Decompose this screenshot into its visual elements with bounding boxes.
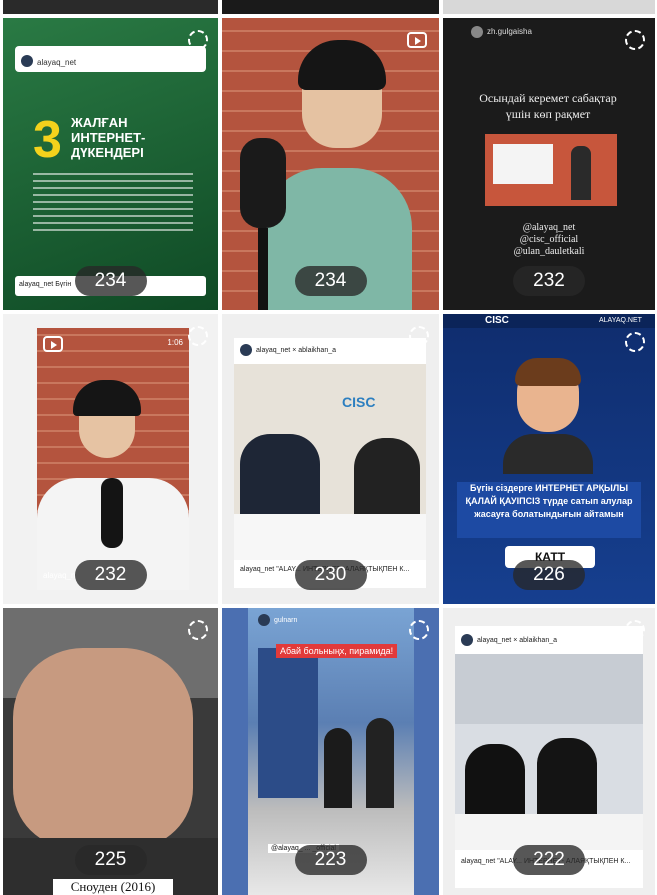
reel-tile-2[interactable]: 234 [222, 18, 439, 310]
post-handle: alayaq_net [477, 636, 512, 644]
avatar [258, 614, 270, 626]
meeting-photo [455, 654, 643, 850]
story-handle: zh.gulgaisha [487, 27, 532, 37]
view-count: 222 [513, 845, 585, 875]
view-count: 226 [513, 560, 585, 590]
movie-subtitle: Сноуден (2016) [53, 879, 173, 895]
story-mention-2[interactable]: @cisc_official [443, 234, 655, 245]
reel-icon [407, 32, 427, 48]
post-header: alayaq_net [15, 46, 206, 72]
post-header: alayaq_net × ablaikhan_a [240, 344, 336, 356]
post-handle: alayaq_net [256, 346, 291, 354]
reel-tile-5[interactable]: alayaq_net × ablaikhan_a CISC alayaq_net… [222, 314, 439, 604]
video-handle: alayaq_n [43, 571, 76, 580]
post-caption: alayaq_net Бүгін [19, 281, 72, 288]
reel-tile-3[interactable]: zh.gulgaisha Осындай керемет сабақтар үш… [443, 18, 655, 310]
avatar [21, 54, 33, 67]
view-count: 225 [74, 845, 147, 875]
loading-icon [409, 326, 429, 346]
story-banner: Абай больныңх, пирамида! [276, 644, 398, 658]
story-mention-3[interactable]: @ulan_dauletkali [443, 246, 655, 257]
post-header: alayaq_net × ablaikhan_a [461, 634, 557, 646]
loading-icon [188, 326, 208, 346]
video-frame: 1:06 alayaq_n [37, 328, 189, 590]
meeting-photo: CISC [234, 364, 426, 560]
cropped-tile-2[interactable] [222, 0, 439, 14]
loading-icon [625, 30, 645, 50]
logo-strip: CISC ALAYAQ.NET [443, 314, 655, 328]
post-card: alayaq_net × ablaikhan_a CISC alayaq_net… [234, 338, 426, 588]
loading-icon [625, 620, 645, 640]
avatar [461, 634, 473, 646]
view-count: 234 [294, 266, 367, 296]
reel-tile-6[interactable]: CISC ALAYAQ.NET Бүгін сіздерге ИНТЕРНЕТ … [443, 314, 655, 604]
reel-tile-8[interactable]: gulnarn Абай больныңх, пирамида! @alayaq… [222, 608, 439, 895]
microphone-icon [240, 138, 286, 310]
loading-icon [625, 332, 645, 352]
story-handle: gulnarn [274, 616, 298, 624]
loading-icon [188, 620, 208, 640]
loading-icon [188, 30, 208, 50]
cropped-tile-3[interactable] [443, 0, 655, 14]
body-text [33, 173, 193, 233]
avatar [471, 26, 483, 38]
reel-tile-1[interactable]: alayaq_net 3 ЖАЛҒАН ИНТЕРНЕТ-ДҮКЕНДЕРІ a… [3, 18, 218, 310]
reels-grid: alayaq_net 3 ЖАЛҒАН ИНТЕРНЕТ-ДҮКЕНДЕРІ a… [0, 0, 657, 895]
collab-handle: ablaikhan_a [298, 346, 337, 354]
reel-icon [43, 336, 63, 352]
story-mention-1[interactable]: @alayaq_net [443, 222, 655, 233]
logo-cisc: CISC [485, 315, 509, 326]
view-count: 234 [74, 266, 147, 296]
story-photo [485, 134, 617, 206]
logo-alayaq: ALAYAQ.NET [599, 317, 642, 324]
view-count: 232 [513, 266, 585, 296]
reel-tile-9[interactable]: alayaq_net × ablaikhan_a alayaq_net "ALA… [443, 608, 655, 895]
avatar [240, 344, 252, 356]
loading-icon [409, 620, 429, 640]
collab-handle: ablaikhan_a [519, 636, 558, 644]
video-duration: 1:06 [167, 338, 183, 347]
post-handle: alayaq_net [37, 58, 77, 67]
story-quote: Осындай керемет сабақтар үшін көп рақмет [479, 91, 617, 121]
brand-sign: CISC [342, 394, 376, 410]
cropped-tile-1[interactable] [3, 0, 218, 14]
view-count: 230 [294, 560, 367, 590]
avatar-character [503, 358, 593, 474]
big-number: 3 [33, 111, 62, 169]
view-count: 232 [74, 560, 147, 590]
banner-text: Бүгін сіздерге ИНТЕРНЕТ АРҚЫЛЫ ҚАЛАЙ ҚАУ… [457, 482, 641, 538]
view-count: 223 [294, 845, 367, 875]
story-header: zh.gulgaisha [471, 26, 532, 38]
reel-tile-7[interactable]: Сноуден (2016) 225 [3, 608, 218, 895]
story-header: gulnarn [258, 614, 297, 626]
post-title: ЖАЛҒАН ИНТЕРНЕТ-ДҮКЕНДЕРІ [71, 115, 146, 160]
reel-tile-4[interactable]: 1:06 alayaq_n 232 [3, 314, 218, 604]
